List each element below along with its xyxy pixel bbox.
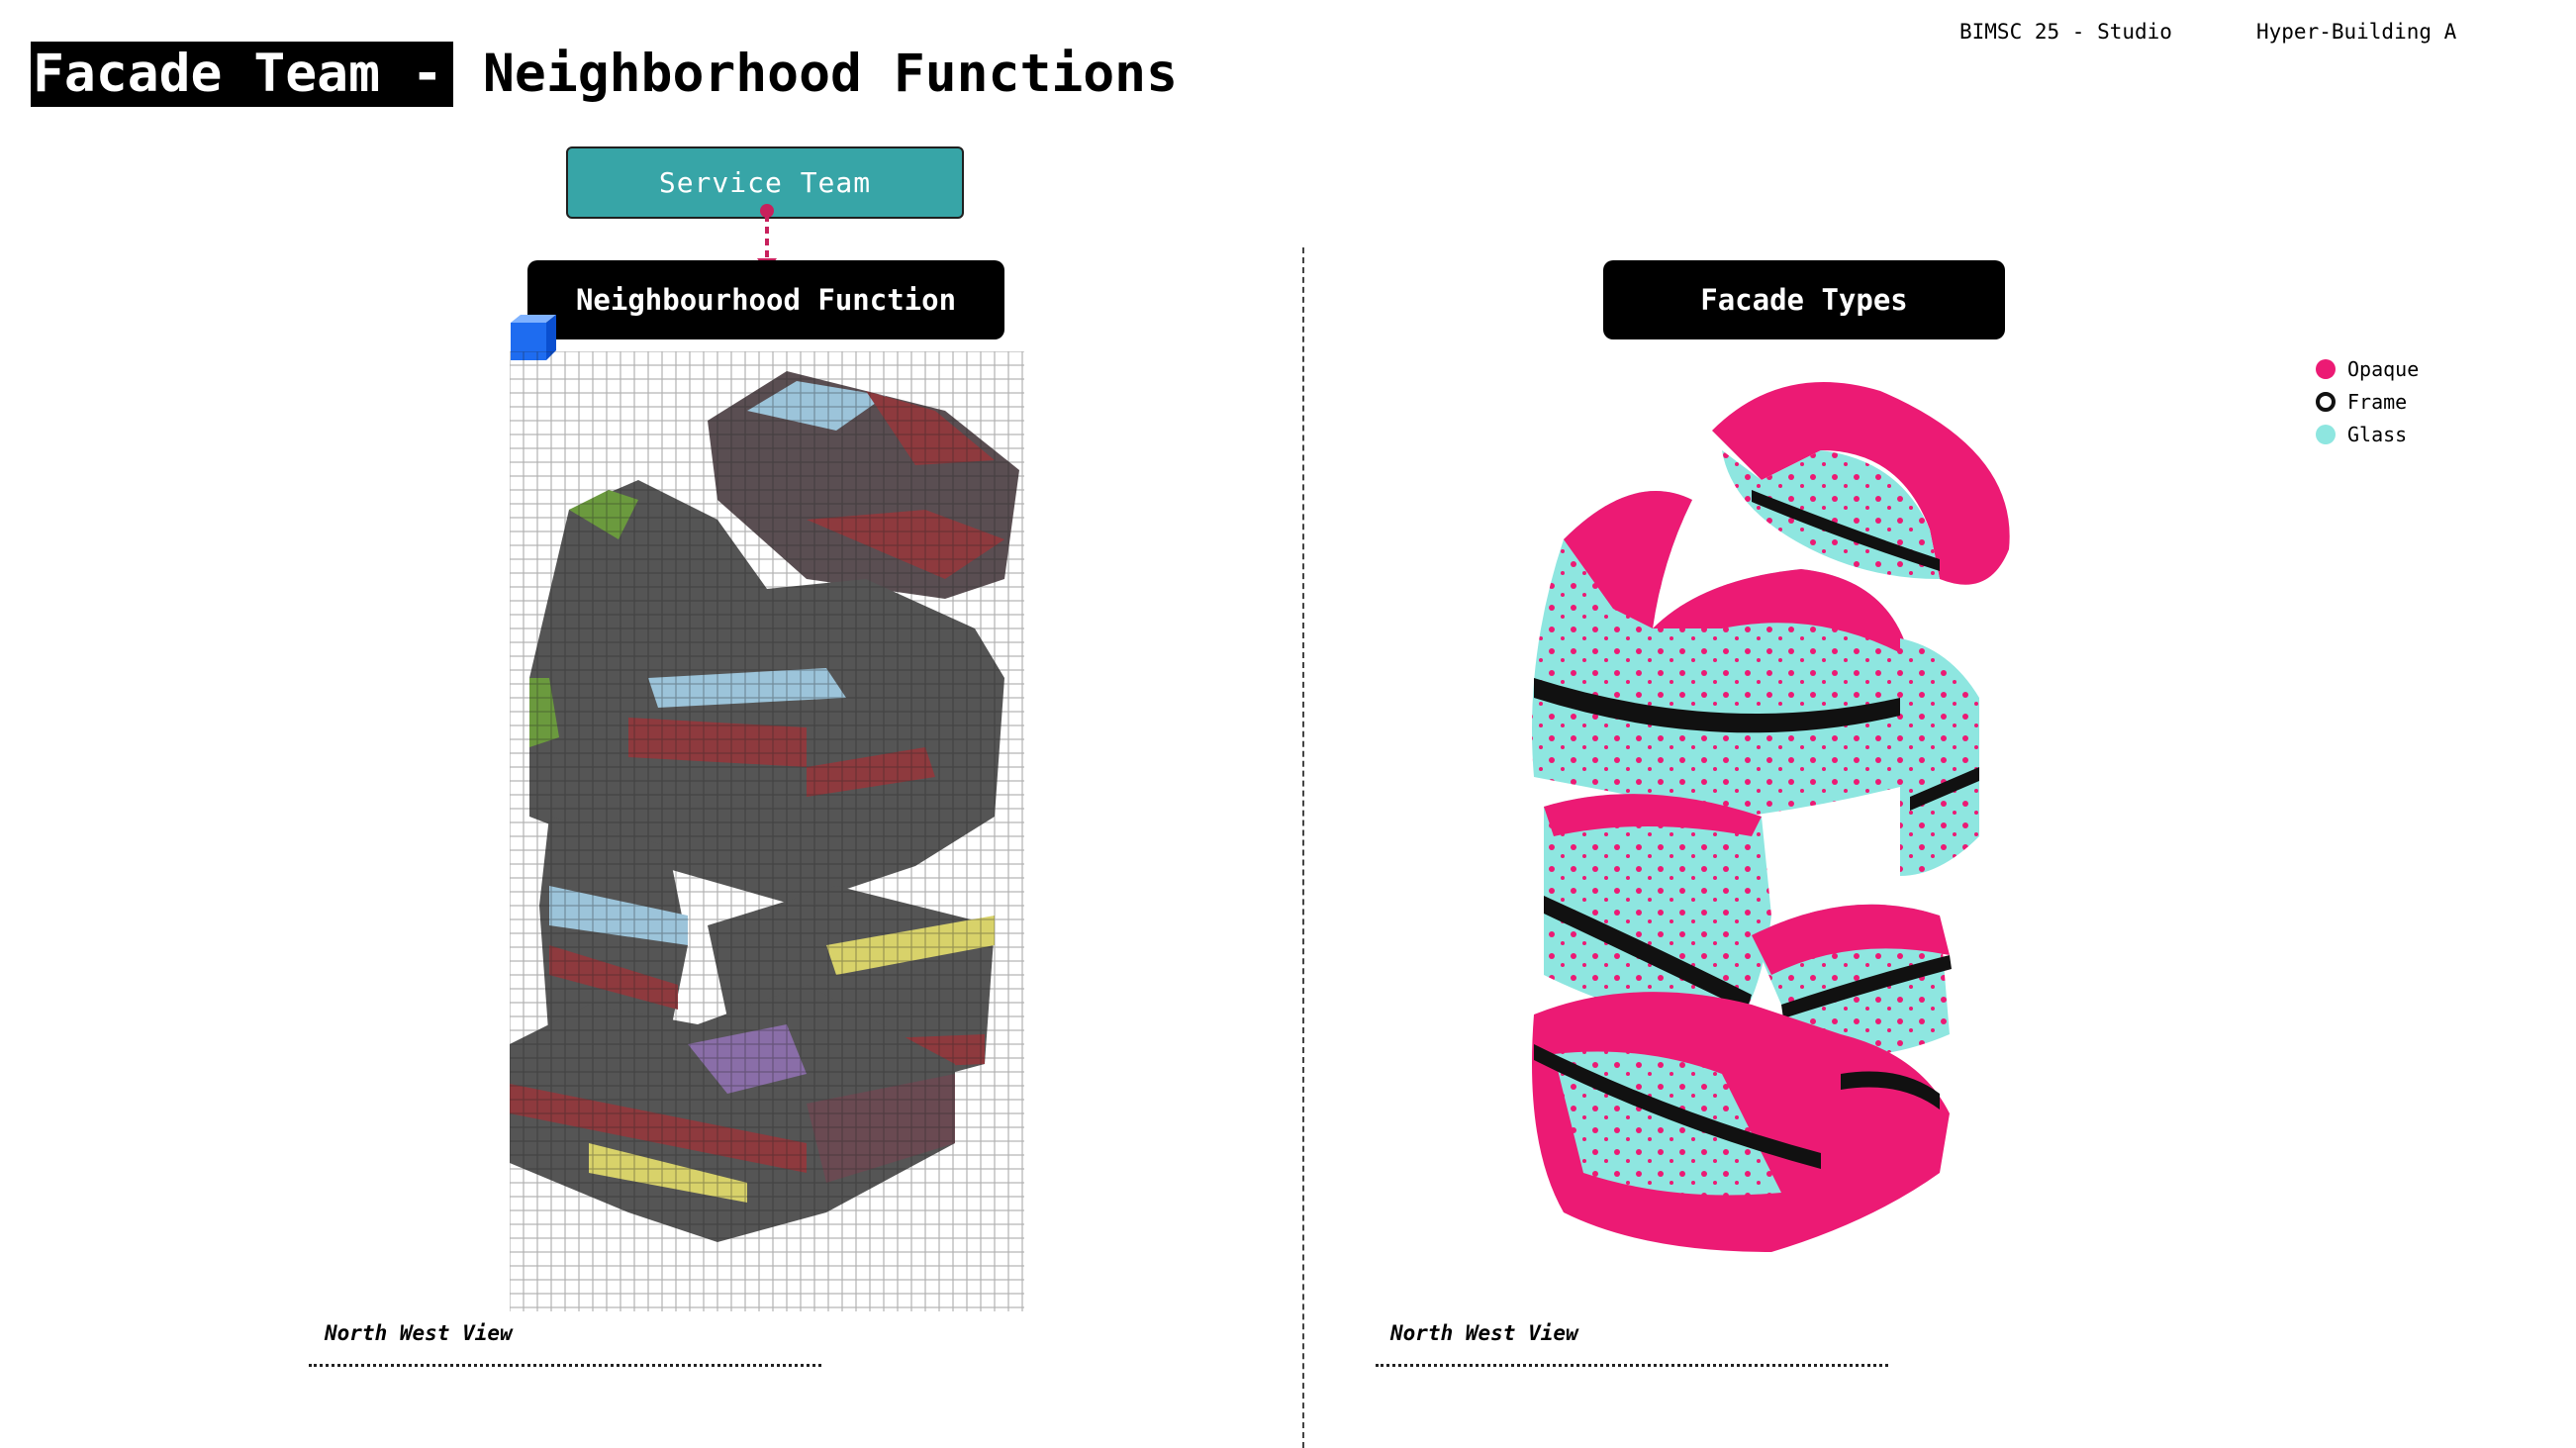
left-view-label: North West View: [325, 1321, 513, 1345]
legend-label: Opaque: [2347, 356, 2420, 381]
facade-types-model: [1532, 382, 2010, 1252]
legend-item-glass: Glass: [2316, 418, 2419, 450]
left-view-underline: [309, 1364, 821, 1367]
legend-label: Glass: [2347, 422, 2408, 446]
right-view-label: North West View: [1390, 1321, 1578, 1345]
legend-item-frame: Frame: [2316, 385, 2419, 418]
frame-swatch-icon: [2316, 391, 2336, 412]
legend-label: Frame: [2347, 389, 2408, 414]
facade-types-title: Facade Types: [1603, 260, 2005, 339]
glass-swatch-icon: [2316, 424, 2336, 444]
legend-item-opaque: Opaque: [2316, 352, 2419, 385]
page-title: Neighborhood Functions: [483, 44, 1178, 104]
neighbourhood-function-title: Neighbourhood Function: [527, 260, 1004, 339]
project-label: Hyper-Building A: [2256, 20, 2457, 44]
panel-divider: [1302, 247, 1304, 1448]
facade-module-top: [1712, 382, 2010, 585]
course-label: BIMSC 25 - Studio: [1959, 20, 2172, 44]
opaque-swatch-icon: [2316, 358, 2336, 379]
right-view-underline: [1376, 1364, 1888, 1367]
facade-legend: Opaque Frame Glass: [2316, 352, 2419, 450]
neighbourhood-voxel-model: [510, 351, 1024, 1311]
page-title-highlight: Facade Team -: [31, 42, 453, 107]
